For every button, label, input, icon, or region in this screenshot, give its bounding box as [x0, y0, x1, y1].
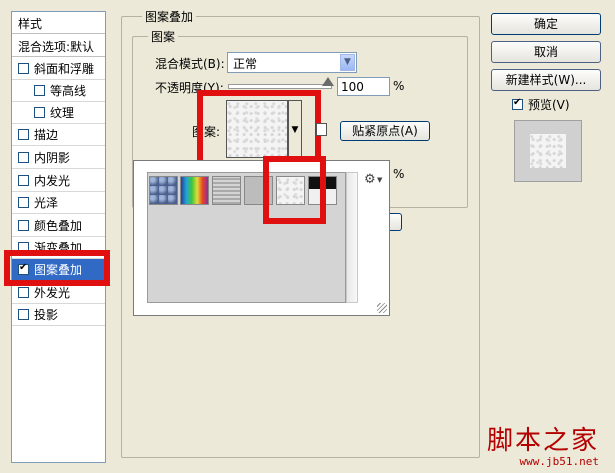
outer-glow-checkbox[interactable] [18, 287, 29, 298]
style-preview-swatch [530, 134, 566, 168]
preview-checkbox-row[interactable]: 预览(V) [512, 96, 570, 113]
preview-checkbox[interactable] [512, 97, 523, 110]
style-item-label: 斜面和浮雕 [34, 62, 95, 76]
chevron-down-icon: ▼ [340, 54, 355, 71]
inner-glow-checkbox[interactable] [18, 175, 29, 186]
blend-mode-label: 混合模式(B): [155, 57, 225, 71]
bevel-emboss-checkbox[interactable] [18, 63, 29, 74]
pattern-picker-scrollbar[interactable] [346, 172, 358, 303]
style-preview [514, 120, 582, 182]
contour-checkbox[interactable] [34, 85, 45, 96]
style-item-stroke[interactable]: 描边 [12, 124, 105, 146]
watermark-title: 脚本之家 [486, 426, 599, 456]
chevron-down-icon: ▼ [377, 176, 383, 184]
style-item-bevel-emboss[interactable]: 斜面和浮雕 [12, 58, 105, 80]
texture-checkbox[interactable] [34, 107, 45, 118]
style-item-label: 光泽 [34, 196, 59, 210]
ok-button[interactable]: 确定 [491, 13, 601, 35]
opacity-slider-track[interactable] [228, 84, 332, 89]
watermark-url: www.jb51.net [519, 455, 599, 468]
stroke-checkbox[interactable] [18, 129, 29, 140]
scale-unit: % [393, 167, 405, 181]
styles-header: 样式 [12, 12, 105, 34]
style-item-label: 描边 [34, 128, 59, 142]
satin-checkbox[interactable] [18, 197, 29, 208]
style-item-label: 颜色叠加 [34, 219, 83, 233]
blend-mode-value: 正常 [233, 57, 258, 71]
style-item-satin[interactable]: 光泽 [12, 192, 105, 214]
style-item-label: 纹理 [50, 106, 75, 120]
style-item-label: 外发光 [34, 286, 71, 300]
snap-origin-button[interactable]: 贴紧原点(A) [340, 121, 430, 141]
pattern-bubbles[interactable] [149, 176, 178, 205]
resize-grip-icon[interactable] [377, 303, 387, 313]
style-item-label: 投影 [34, 308, 59, 322]
style-item-contour[interactable]: 等高线 [12, 80, 105, 102]
highlight-selected-style [4, 250, 110, 286]
color-overlay-checkbox[interactable] [18, 220, 29, 231]
preview-label: 预览(V) [528, 98, 570, 112]
blend-mode-select[interactable]: 正常 ▼ [227, 52, 357, 73]
pattern-group-title: 图案 [148, 28, 179, 45]
highlight-selected-pattern [263, 156, 326, 224]
new-preset-icon[interactable] [316, 123, 327, 136]
drop-shadow-checkbox[interactable] [18, 309, 29, 320]
highlight-pattern-swatch [197, 90, 321, 166]
style-item-label: 内发光 [34, 174, 71, 188]
style-item-color-overlay[interactable]: 颜色叠加 [12, 215, 105, 237]
pattern-gray-stripes[interactable] [212, 176, 241, 205]
style-item-drop-shadow[interactable]: 投影 [12, 304, 105, 326]
pattern-rainbow[interactable] [180, 176, 209, 205]
new-style-button[interactable]: 新建样式(W)... [491, 69, 601, 91]
opacity-input[interactable]: 100 [337, 77, 390, 96]
opacity-slider-thumb[interactable] [322, 77, 334, 86]
inner-shadow-checkbox[interactable] [18, 152, 29, 163]
style-item-label: 内阴影 [34, 151, 71, 165]
style-item-inner-glow[interactable]: 内发光 [12, 170, 105, 192]
pattern-overlay-title: 图案叠加 [142, 8, 197, 25]
opacity-unit: % [393, 79, 405, 93]
cancel-button[interactable]: 取消 [491, 41, 601, 63]
style-item-inner-shadow[interactable]: 内阴影 [12, 147, 105, 169]
blend-options-item[interactable]: 混合选项:默认 [12, 35, 105, 57]
styles-list: 样式 混合选项:默认 斜面和浮雕 等高线 纹理 描边 内阴影 内发光 光泽 颜色… [11, 11, 106, 463]
style-item-texture[interactable]: 纹理 [12, 102, 105, 124]
style-item-label: 等高线 [50, 84, 87, 98]
